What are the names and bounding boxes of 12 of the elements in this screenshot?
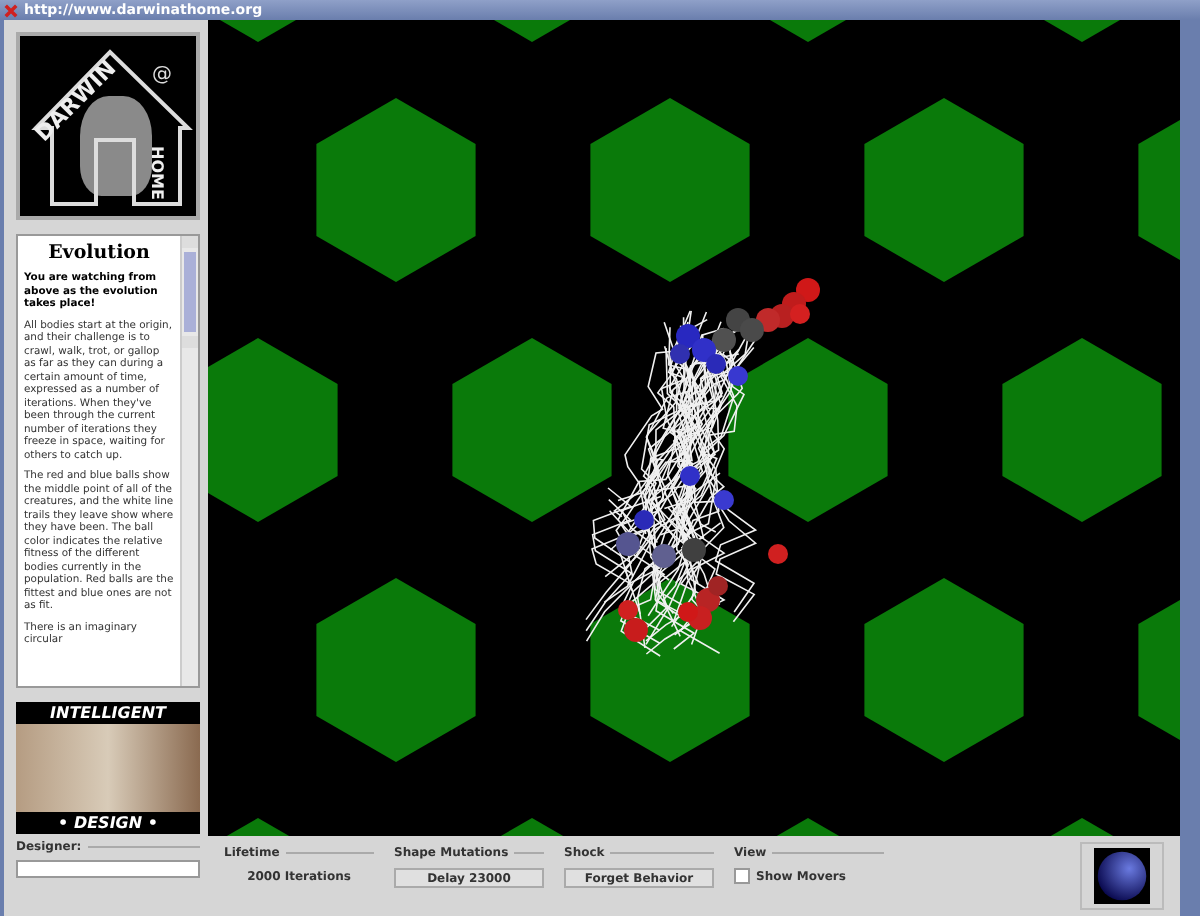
scrollbar[interactable]: [180, 236, 198, 686]
show-movers-checkbox[interactable]: [734, 868, 750, 884]
logo-at-sign: @: [152, 64, 172, 86]
info-heading: Evolution: [46, 242, 152, 264]
designer-input-field[interactable]: [16, 860, 200, 878]
logo-word: HOME: [147, 146, 166, 200]
scroll-thumb[interactable]: [184, 252, 196, 332]
banner-title: INTELLIGENT: [16, 702, 200, 724]
view-button[interactable]: [1080, 842, 1164, 910]
close-icon[interactable]: [4, 3, 18, 17]
sphere-icon: [1094, 848, 1150, 904]
banner-title: • DESIGN •: [16, 812, 200, 834]
